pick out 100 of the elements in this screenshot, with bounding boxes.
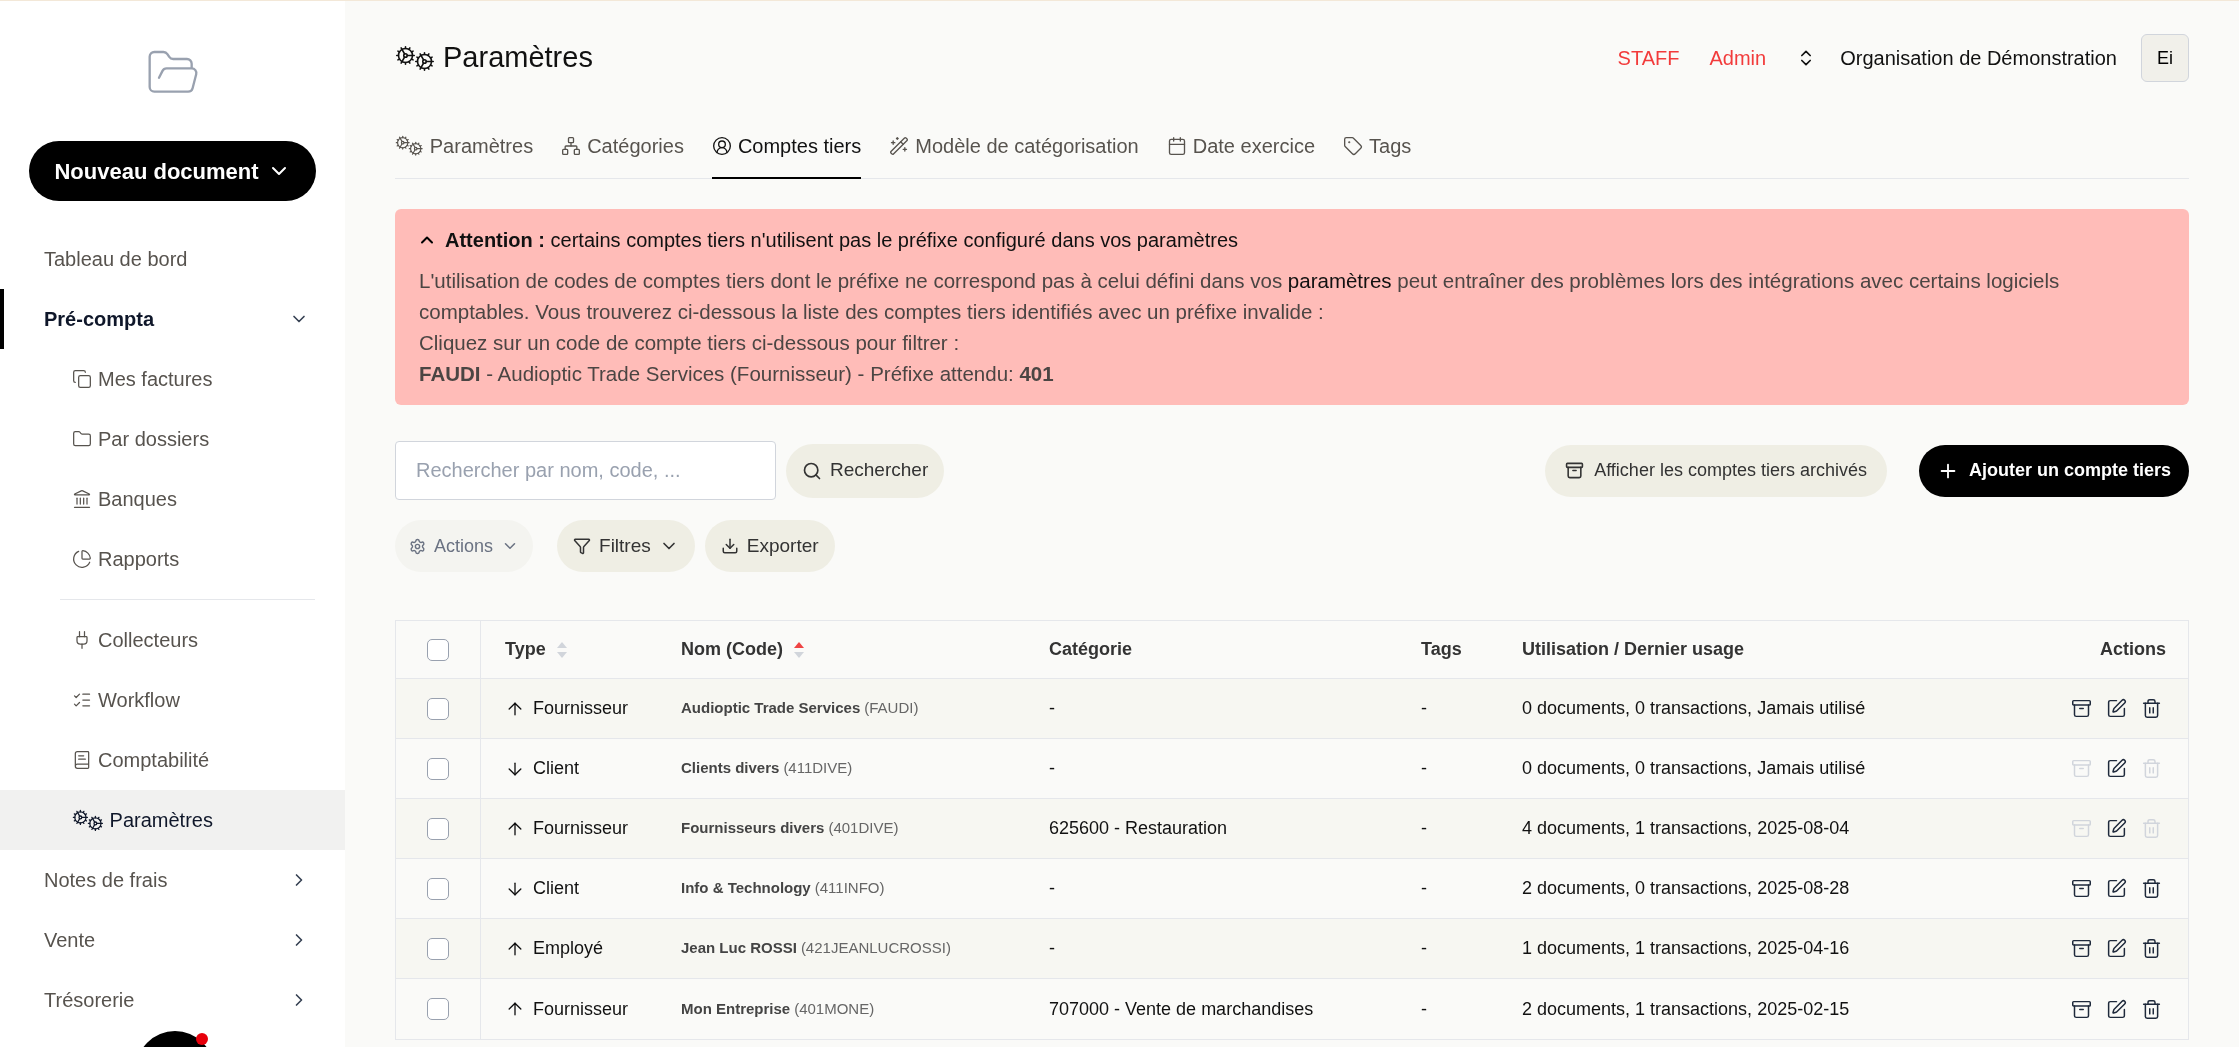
table-cell: 0 documents, 0 transactions, Jamais utilisé [1522,758,1866,778]
tab[interactable]: Modèle de catégorisation [889,115,1139,179]
avatar[interactable]: Ei [2141,34,2189,82]
search-button[interactable]: Rechercher [786,443,945,498]
sidebar-subitem[interactable]: Rapports [0,529,345,589]
edit-icon[interactable] [2106,878,2127,899]
sidebar-item[interactable]: Tableau de bord [0,229,345,289]
add-account-button[interactable]: Ajouter un compte tiers [1918,444,2189,497]
settings-link[interactable]: paramètres [1287,269,1392,292]
edit-icon[interactable] [2106,998,2127,1020]
sidebar-subitem[interactable]: Collecteurs [0,610,345,670]
column-header[interactable]: Type [505,636,546,663]
table-cell: 2 documents, 0 transactions, 2025-08-28 [1522,878,1850,898]
edit-icon[interactable] [2106,938,2127,959]
account-code: (401MONE) [794,998,875,1019]
export-button[interactable]: Exporter [704,520,835,572]
archive-icon[interactable] [2071,878,2092,899]
filters-button[interactable]: Filtres [557,520,695,572]
show-archived-button[interactable]: Afficher les comptes tiers archivés [1545,444,1887,497]
table-cell: 0 documents, 0 transactions, Jamais utilisé [1522,698,1866,718]
sidebar-subitem[interactable]: Par dossiers [0,409,345,469]
checkbox[interactable] [427,638,449,661]
archive-icon[interactable] [2071,998,2092,1020]
tag-icon [1343,136,1363,156]
magic-wand-icon [889,136,910,156]
account-code: (401DIVE) [828,818,899,839]
sidebar-item[interactable]: Trésorerie [0,970,345,1030]
folder-icon [72,429,92,449]
new-document-button[interactable]: Nouveau document [29,141,316,201]
role-label: Admin [1709,46,1767,71]
checkbox[interactable] [427,937,449,960]
table-cell-text: Fournisseur [533,697,629,720]
delete-icon[interactable] [2141,938,2162,959]
organization-selector[interactable]: Organisation de Démonstration [1796,43,2117,73]
search-field[interactable]: Rechercher par nom, code, ... [395,441,776,500]
column-header: Actions [2100,638,2166,661]
table-cell: - [1049,878,1055,898]
account-name: Audioptic Trade Services [681,698,861,719]
sidebar-subitem[interactable]: Mes factures [0,349,345,409]
settings-icon [409,537,426,555]
sidebar-subitem[interactable]: Workflow [0,670,345,730]
sidebar-item[interactable]: Pré-compta [0,289,345,349]
edit-icon[interactable] [2106,698,2127,719]
account-name: Jean Luc ROSSI [681,938,797,959]
sort-icon[interactable] [793,640,805,659]
tab[interactable]: Comptes tiers [711,115,862,179]
table-cell-text: Fournisseur [533,997,629,1021]
delete-icon[interactable] [2141,878,2162,899]
account-code: (421JEANLUCROSSI) [800,938,951,959]
sidebar-item[interactable]: Vente [0,910,345,970]
checkbox[interactable] [427,817,449,840]
table-cell-text: Employé [533,937,604,960]
sidebar-item[interactable]: Notes de frais [0,850,345,910]
delete-icon[interactable] [2141,998,2162,1020]
page-title: Paramètres [443,40,593,76]
account-code: (411INFO) [814,878,885,899]
checkbox[interactable] [427,877,449,900]
tab[interactable]: Date exercice [1166,115,1315,179]
table-cell: - [1421,818,1427,838]
table-cell: - [1421,698,1427,718]
gears-icon [72,808,104,832]
tab[interactable]: Catégories [561,115,684,179]
edit-icon[interactable] [2106,818,2127,839]
tab[interactable]: Paramètres [395,115,534,179]
alert-instruction: Cliquez sur un code de compte tiers ci-dessous pour filtrer : [419,330,961,356]
table-cell: - [1049,938,1055,958]
sidebar-subitem[interactable]: Paramètres [0,790,345,850]
account-name: Info & Technology [681,878,811,899]
account-name: Mon Entreprise [681,998,791,1019]
column-header: Tags [1421,638,1462,661]
table-cell: - [1049,698,1055,718]
edit-icon[interactable] [2106,758,2127,779]
checkbox[interactable] [427,998,449,1020]
table-cell-text: Client [533,877,580,900]
table-cell: - [1049,758,1055,778]
user-circle-icon [711,136,732,156]
bank-icon [72,489,92,509]
archive-icon[interactable] [2071,938,2092,959]
checkbox[interactable] [427,697,449,720]
tab[interactable]: Tags [1343,115,1412,179]
column-header[interactable]: Nom (Code) [681,636,783,663]
account-name: Clients divers [681,758,780,779]
checkbox[interactable] [427,757,449,780]
book-icon [72,750,92,770]
copy-icon [72,369,92,389]
pie-chart-icon [72,549,92,569]
gears-icon [395,135,424,157]
archive-icon[interactable] [2071,698,2092,719]
table-cell: - [1421,938,1427,958]
prefix-entry-link[interactable]: FAUDI - Audioptic Trade Services (Fournisseur) - Préfixe attendu: 401 [419,358,2147,389]
table-cell-text: Fournisseur [533,817,629,840]
account-name: Fournisseurs divers [681,818,825,839]
table-cell: 707000 - Vente de marchandises [1049,998,1314,1019]
column-header: Utilisation / Dernier usage [1522,638,1745,661]
search-icon [802,460,822,481]
sidebar-subitem[interactable]: Banques [0,469,345,529]
archive-icon [1565,461,1585,480]
sidebar-subitem[interactable]: Comptabilité [0,730,345,790]
table-cell: - [1421,878,1427,898]
delete-icon[interactable] [2141,698,2162,719]
